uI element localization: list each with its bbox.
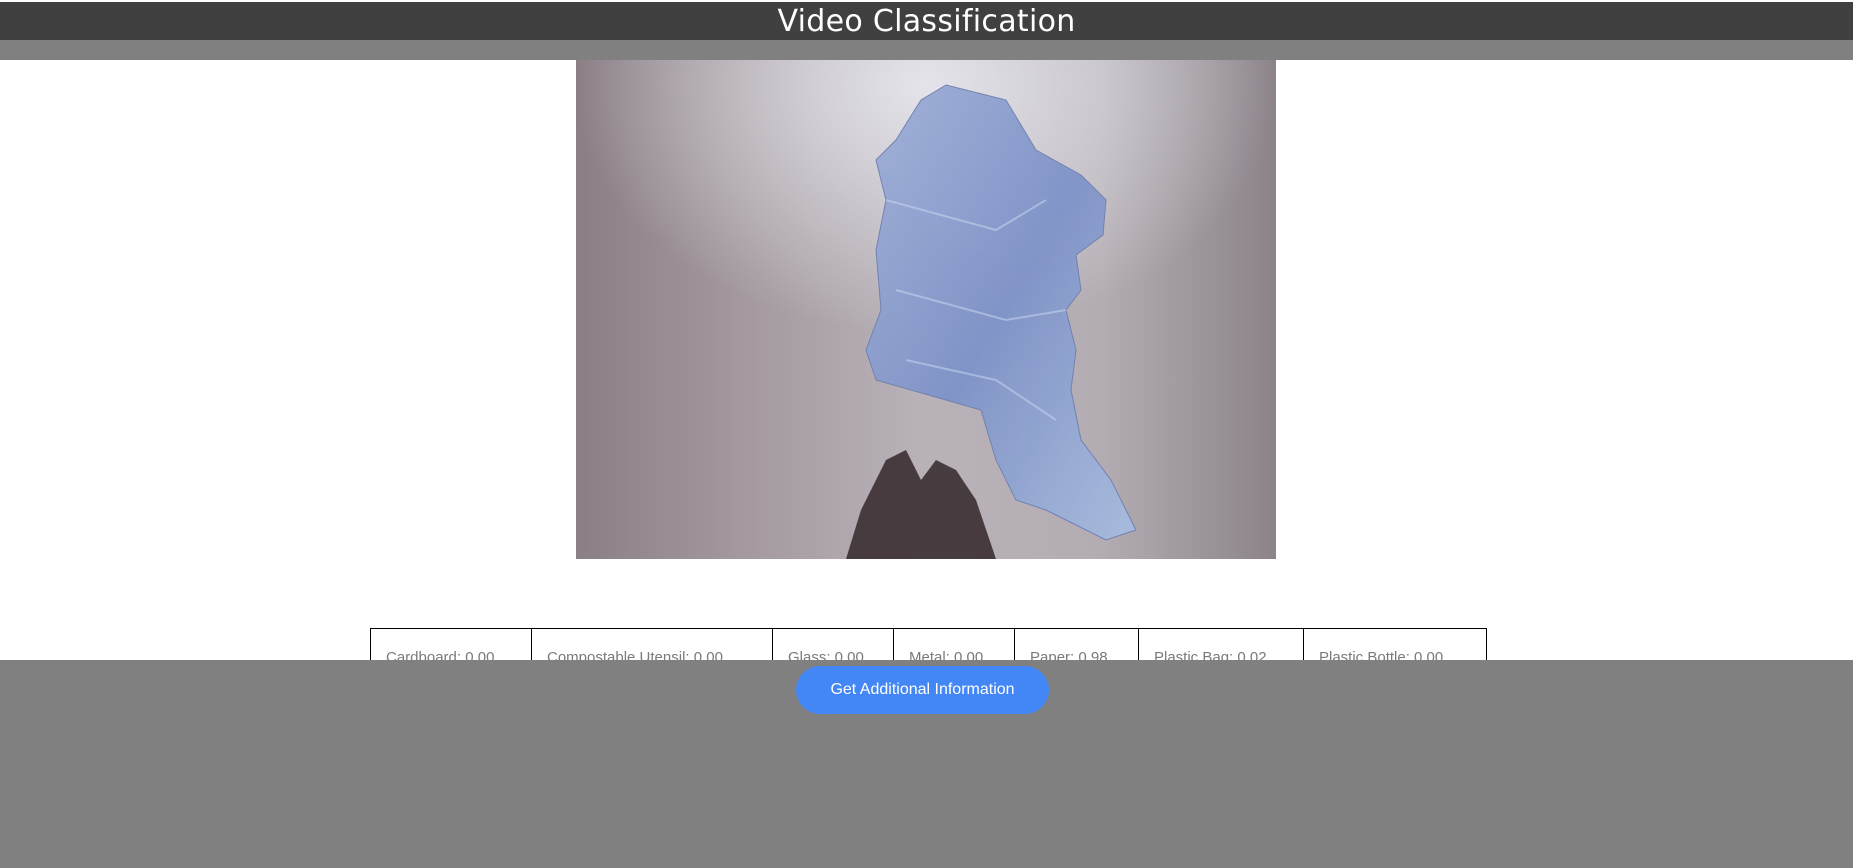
- page-header: Video Classification: [0, 2, 1853, 40]
- get-additional-information-button[interactable]: Get Additional Information: [796, 666, 1049, 714]
- header-subbar: [0, 40, 1853, 60]
- video-feed: [576, 60, 1276, 559]
- main-content: Cardboard: 0.00 Compostable Utensil: 0.0…: [0, 60, 1853, 686]
- page-footer: Get Additional Information: [0, 660, 1853, 868]
- video-frame-image: [576, 60, 1276, 559]
- page-title: Video Classification: [777, 3, 1076, 39]
